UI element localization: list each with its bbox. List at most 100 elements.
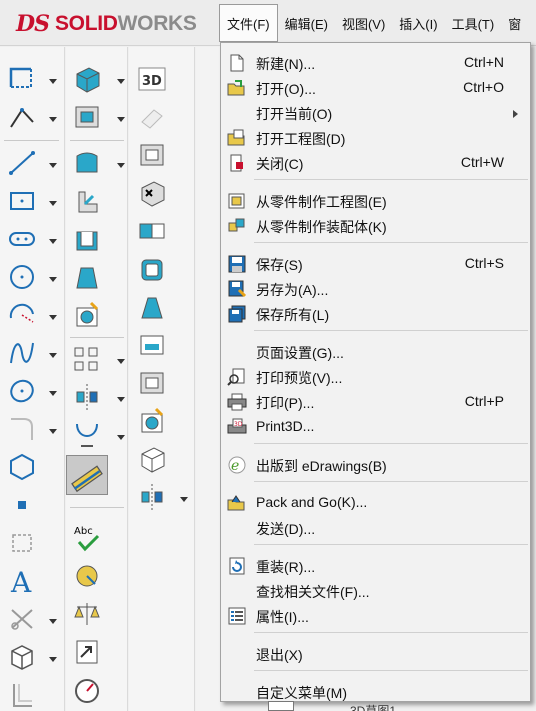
logo-wordmark: SOLIDWORKS xyxy=(55,12,197,36)
menu-edit[interactable]: 编辑(E) xyxy=(278,4,335,42)
menu-item-2-0[interactable]: 保存(S) Ctrl+S xyxy=(221,252,530,276)
extruded-cut-icon[interactable] xyxy=(71,102,103,132)
mass-properties-icon[interactable] xyxy=(71,599,103,629)
reference-geometry-button[interactable] xyxy=(66,455,108,495)
dropdown-arrow-icon[interactable] xyxy=(48,617,58,625)
smart-dimension-icon[interactable] xyxy=(6,102,38,132)
point-icon[interactable] xyxy=(6,490,38,520)
instant3d-icon[interactable] xyxy=(71,300,103,330)
dropdown-arrow-icon[interactable] xyxy=(48,313,58,321)
text-icon[interactable]: A xyxy=(6,566,38,599)
menu-item-4-0[interactable]: e 出版到 eDrawings(B) xyxy=(221,453,530,477)
split-line-icon[interactable] xyxy=(136,216,168,246)
menu-separator xyxy=(254,544,528,545)
convert-entities-icon[interactable] xyxy=(6,642,38,672)
mirror-icon[interactable] xyxy=(71,382,103,412)
dropdown-arrow-icon[interactable] xyxy=(48,237,58,245)
polygon-icon[interactable] xyxy=(6,452,38,482)
menu-item-7-0[interactable]: 退出(X) xyxy=(221,642,530,666)
spell-check-icon[interactable]: Abc xyxy=(71,523,103,553)
menu-item-3-3[interactable]: 3D Print3D... xyxy=(221,415,530,439)
performance-icon[interactable] xyxy=(71,675,103,705)
dropdown-arrow-icon[interactable] xyxy=(48,199,58,207)
file-menu: 新建(N)... Ctrl+N 打开(O)... Ctrl+O 打开当前(O) 打开工程图… xyxy=(220,42,531,702)
slot-icon[interactable] xyxy=(6,224,38,254)
dropdown-arrow-icon[interactable] xyxy=(116,77,126,85)
menu-item-5-1[interactable]: 发送(D)... xyxy=(221,516,530,540)
dropdown-arrow-icon[interactable] xyxy=(48,351,58,359)
menu-item-label: 从零件制作工程图(E) xyxy=(256,194,387,210)
mirror-alt-icon[interactable] xyxy=(136,482,168,512)
ellipse-icon[interactable] xyxy=(6,376,38,406)
dropdown-arrow-icon[interactable] xyxy=(48,77,58,85)
sheet-metal-icon[interactable] xyxy=(136,102,168,132)
dropdown-arrow-icon[interactable] xyxy=(116,161,126,169)
close-document-icon xyxy=(227,154,247,172)
circle-icon[interactable] xyxy=(6,262,38,292)
rectangle-icon[interactable] xyxy=(6,186,38,216)
menu-item-3-2[interactable]: 打印(P)... Ctrl+P xyxy=(221,390,530,414)
menu-item-3-1[interactable]: 打印预览(V)... xyxy=(221,365,530,389)
spline-icon[interactable] xyxy=(6,338,38,368)
menu-item-0-3[interactable]: 打开工程图(D) xyxy=(221,126,530,150)
convert-to-solid-icon[interactable] xyxy=(136,444,168,474)
menu-file[interactable]: 文件(F) xyxy=(219,4,278,42)
menu-item-0-4[interactable]: 关闭(C) Ctrl+W xyxy=(221,151,530,175)
centerline-icon[interactable] xyxy=(6,528,38,558)
arc-icon[interactable] xyxy=(6,300,38,330)
menu-item-5-0[interactable]: Pack and Go(K)... xyxy=(221,491,530,515)
sketch-icon[interactable] xyxy=(6,64,38,94)
shell-icon[interactable] xyxy=(71,224,103,254)
menu-item-6-0[interactable]: 重装(R)... xyxy=(221,554,530,578)
dropdown-arrow-icon[interactable] xyxy=(116,357,126,365)
dropdown-arrow-icon[interactable] xyxy=(48,275,58,283)
dropdown-arrow-icon[interactable] xyxy=(116,433,126,441)
dropdown-arrow-icon[interactable] xyxy=(179,495,189,503)
menu-item-0-1[interactable]: 打开(O)... Ctrl+O xyxy=(221,76,530,100)
dropdown-arrow-icon[interactable] xyxy=(48,427,58,435)
hole-wizard-icon[interactable] xyxy=(136,140,168,170)
trim-icon[interactable] xyxy=(6,604,38,634)
view-toolbar: 3D xyxy=(129,47,195,711)
menu-item-1-0[interactable]: 从零件制作工程图(E) xyxy=(221,189,530,213)
dropdown-arrow-icon[interactable] xyxy=(48,161,58,169)
dropdown-arrow-icon[interactable] xyxy=(48,655,58,663)
menu-item-0-0[interactable]: 新建(N)... Ctrl+N xyxy=(221,51,530,75)
intersect-icon[interactable] xyxy=(136,368,168,398)
line-icon[interactable] xyxy=(6,148,38,178)
menu-view[interactable]: 视图(V) xyxy=(335,4,392,42)
dropdown-arrow-icon[interactable] xyxy=(116,115,126,123)
extruded-boss-icon[interactable] xyxy=(71,64,103,94)
3d-sketch-icon[interactable]: 3D xyxy=(136,64,168,94)
curves-icon[interactable] xyxy=(71,420,103,450)
properties-icon xyxy=(227,607,247,625)
menu-item-shortcut: Ctrl+P xyxy=(464,393,504,409)
draft-analysis-icon[interactable] xyxy=(136,292,168,322)
wrap-icon[interactable] xyxy=(136,330,168,360)
menu-item-2-2[interactable]: 保存所有(L) xyxy=(221,302,530,326)
menu-item-3-0[interactable]: 页面设置(G)... xyxy=(221,340,530,364)
sensor-icon[interactable] xyxy=(71,637,103,667)
rib-icon[interactable] xyxy=(71,186,103,216)
menu-tools[interactable]: 工具(T) xyxy=(445,4,502,42)
tree-item-3d-sketch[interactable]: 3D草图1 xyxy=(350,702,396,711)
dropdown-arrow-icon[interactable] xyxy=(48,115,58,123)
dropdown-arrow-icon[interactable] xyxy=(48,389,58,397)
menu-window[interactable]: 窗 xyxy=(501,4,528,42)
menu-item-6-1[interactable]: 查找相关文件(F)... xyxy=(221,579,530,603)
dropdown-arrow-icon[interactable] xyxy=(116,395,126,403)
menu-item-2-1[interactable]: 另存为(A)... xyxy=(221,277,530,301)
shell-view-icon[interactable] xyxy=(136,254,168,284)
measure-icon[interactable] xyxy=(71,561,103,591)
draft-icon[interactable] xyxy=(71,262,103,292)
instant3d-alt-icon[interactable] xyxy=(136,406,168,436)
linear-pattern-icon[interactable] xyxy=(71,344,103,374)
menu-item-6-2[interactable]: 属性(I)... xyxy=(221,604,530,628)
menu-item-1-1[interactable]: 从零件制作装配体(K) xyxy=(221,214,530,238)
fillet-feature-icon[interactable] xyxy=(71,148,103,178)
fillet-icon[interactable] xyxy=(6,414,38,444)
menu-insert[interactable]: 插入(I) xyxy=(392,4,444,42)
menu-item-0-2[interactable]: 打开当前(O) xyxy=(221,101,530,125)
offset-entities-icon[interactable] xyxy=(6,680,38,710)
delete-face-icon[interactable] xyxy=(136,178,168,208)
